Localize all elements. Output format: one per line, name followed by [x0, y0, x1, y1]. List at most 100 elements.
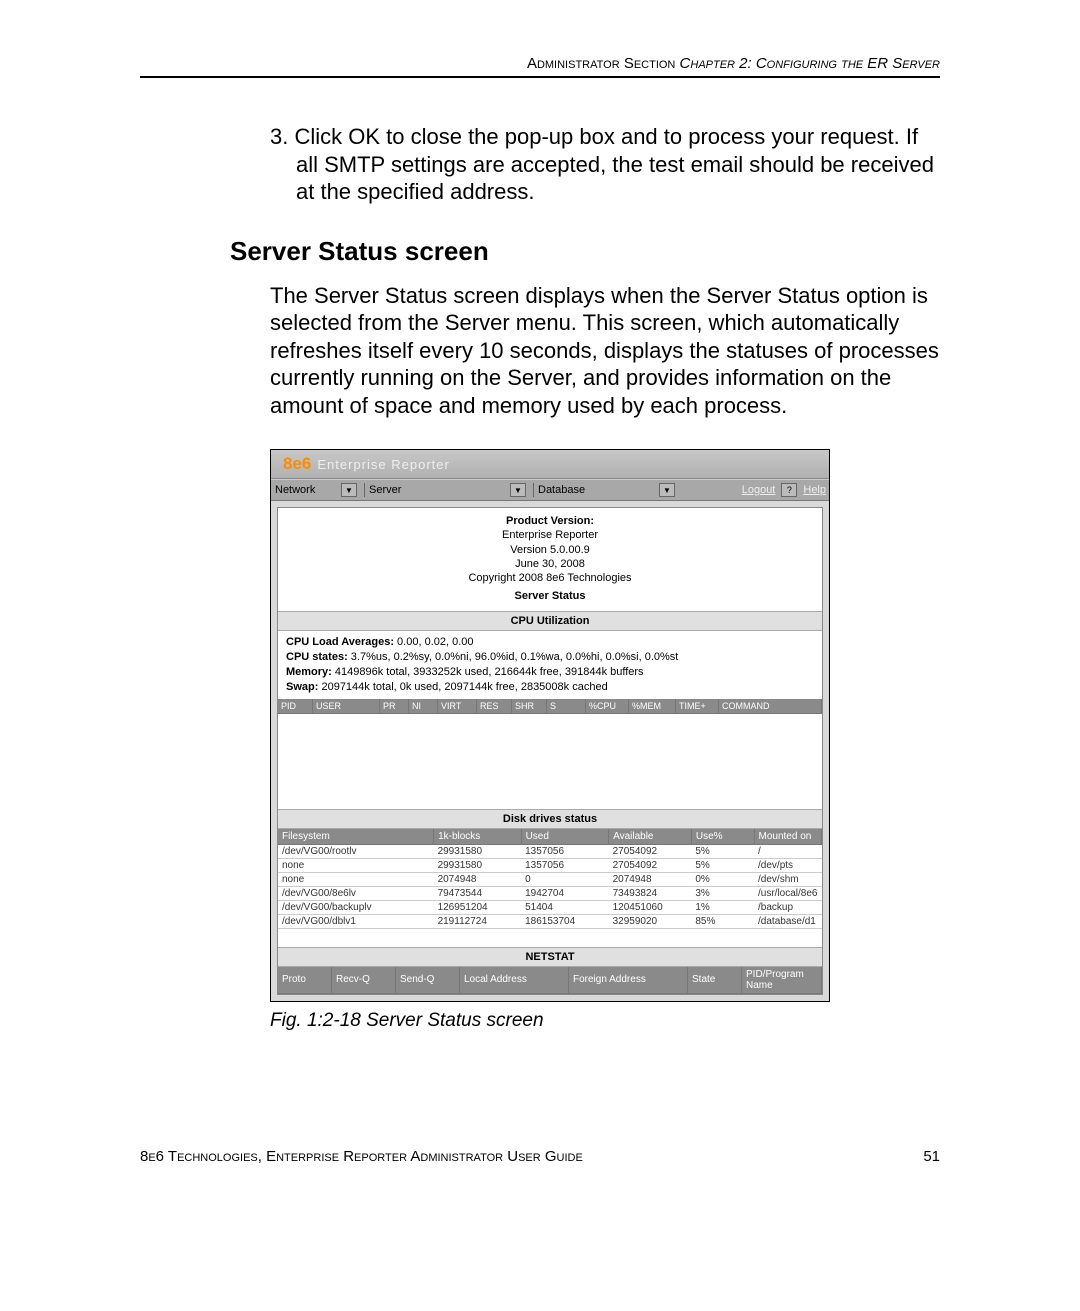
chevron-down-icon[interactable]: ▼ — [341, 483, 357, 497]
disk-table-header: Filesystem 1k-blocks Used Available Use%… — [278, 829, 822, 845]
header-divider — [140, 76, 940, 78]
col-available: Available — [609, 829, 692, 845]
menu-server[interactable]: Server ▼ — [365, 483, 533, 497]
col-time: TIME+ — [676, 699, 719, 714]
section-heading: Server Status screen — [230, 236, 940, 267]
table-cell: /dev/VG00/backuplv — [278, 900, 434, 914]
table-cell: 1942704 — [521, 886, 609, 900]
step-3-paragraph: 3. Click OK to close the pop-up box and … — [270, 123, 940, 206]
running-header: Administrator Section Chapter 2: Configu… — [140, 55, 940, 76]
memory-value: 4149896k total, 3933252k used, 216644k f… — [332, 666, 644, 678]
brand-text: Enterprise Reporter — [317, 457, 449, 472]
menu-network[interactable]: Network ▼ — [271, 483, 364, 497]
product-version-title: Product Version: — [278, 514, 822, 528]
logout-link[interactable]: Logout — [742, 484, 776, 496]
table-cell: 0% — [691, 872, 754, 886]
figure-wrapper: 8e6 Enterprise Reporter Network ▼ Server… — [270, 449, 940, 1032]
col-pr: PR — [380, 699, 409, 714]
table-cell: 3% — [691, 886, 754, 900]
col-mem: %MEM — [629, 699, 676, 714]
table-cell: /dev/VG00/rootlv — [278, 844, 434, 858]
table-cell: 0 — [521, 872, 609, 886]
table-cell: 1% — [691, 900, 754, 914]
chevron-down-icon[interactable]: ▼ — [659, 483, 675, 497]
brand-logo: 8e6 — [283, 454, 311, 474]
help-link[interactable]: Help — [803, 484, 826, 496]
table-row: none299315801357056270540925%/dev/pts — [278, 858, 822, 872]
figure-caption: Fig. 1:2-18 Server Status screen — [270, 1010, 940, 1032]
cpu-states-value: 3.7%us, 0.2%sy, 0.0%ni, 96.0%id, 0.1%wa,… — [348, 651, 679, 663]
col-filesystem: Filesystem — [278, 829, 434, 845]
menu-database[interactable]: Database ▼ — [534, 483, 682, 497]
content-panel: Product Version: Enterprise Reporter Ver… — [277, 507, 823, 995]
netstat-bar: NETSTAT — [278, 947, 822, 967]
col-user: USER — [313, 699, 380, 714]
product-version-number: Version 5.0.00.9 — [278, 543, 822, 557]
col-recvq: Recv-Q — [332, 967, 396, 994]
table-cell: 2074948 — [609, 872, 692, 886]
table-cell: /dev/shm — [754, 872, 821, 886]
col-virt: VIRT — [438, 699, 477, 714]
table-cell: /dev/pts — [754, 858, 821, 872]
process-table: PID USER PR NI VIRT RES SHR S %CPU %MEM … — [278, 699, 822, 714]
app-titlebar: 8e6 Enterprise Reporter — [271, 450, 829, 479]
header-section: Administrator Section — [527, 55, 675, 72]
table-cell: 29931580 — [434, 858, 522, 872]
col-pid: PID — [278, 699, 313, 714]
process-table-header: PID USER PR NI VIRT RES SHR S %CPU %MEM … — [278, 699, 822, 714]
menu-server-label: Server — [369, 484, 401, 496]
netstat-table: Proto Recv-Q Send-Q Local Address Foreig… — [278, 967, 822, 994]
swap-value: 2097144k total, 0k used, 2097144k free, … — [318, 681, 607, 693]
table-cell: 5% — [691, 844, 754, 858]
menu-database-label: Database — [538, 484, 585, 496]
table-cell: 29931580 — [434, 844, 522, 858]
disk-table: Filesystem 1k-blocks Used Available Use%… — [278, 829, 822, 929]
swap-label: Swap: — [286, 681, 318, 693]
col-pidprog: PID/Program Name — [742, 967, 822, 994]
col-sendq: Send-Q — [396, 967, 460, 994]
table-cell: /dev/VG00/8e6lv — [278, 886, 434, 900]
cpu-load-value: 0.00, 0.02, 0.00 — [394, 636, 474, 648]
cpu-lines: CPU Load Averages: 0.00, 0.02, 0.00 CPU … — [278, 631, 822, 698]
menu-right-links: Logout ? Help — [742, 483, 826, 497]
chevron-down-icon[interactable]: ▼ — [510, 483, 526, 497]
col-blocks: 1k-blocks — [434, 829, 522, 845]
col-usepct: Use% — [691, 829, 754, 845]
table-cell: /dev/VG00/dblv1 — [278, 914, 434, 928]
table-row: /dev/VG00/backuplv1269512045140412045106… — [278, 900, 822, 914]
table-cell: 2074948 — [434, 872, 522, 886]
product-copyright: Copyright 2008 8e6 Technologies — [278, 571, 822, 585]
table-cell: 79473544 — [434, 886, 522, 900]
disk-drives-bar: Disk drives status — [278, 809, 822, 829]
footer-left: 8e6 Technologies, Enterprise Reporter Ad… — [140, 1148, 583, 1165]
product-name: Enterprise Reporter — [278, 528, 822, 542]
cpu-states-label: CPU states: — [286, 651, 348, 663]
process-table-body-empty — [278, 714, 822, 809]
table-cell: /backup — [754, 900, 821, 914]
product-date: June 30, 2008 — [278, 557, 822, 571]
col-res: RES — [477, 699, 512, 714]
table-cell: 1357056 — [521, 844, 609, 858]
header-chapter: Chapter 2: Configuring the ER Server — [680, 55, 940, 72]
col-shr: SHR — [512, 699, 547, 714]
col-command: COMMAND — [719, 699, 822, 714]
table-cell: 85% — [691, 914, 754, 928]
table-cell: none — [278, 872, 434, 886]
cpu-load-label: CPU Load Averages: — [286, 636, 394, 648]
server-status-title: Server Status — [278, 587, 822, 605]
table-cell: 32959020 — [609, 914, 692, 928]
table-row: none2074948020749480%/dev/shm — [278, 872, 822, 886]
table-cell: 126951204 — [434, 900, 522, 914]
col-foreignaddr: Foreign Address — [569, 967, 688, 994]
table-cell: 73493824 — [609, 886, 692, 900]
col-state: State — [688, 967, 742, 994]
col-used: Used — [521, 829, 609, 845]
table-cell: 120451060 — [609, 900, 692, 914]
table-cell: 51404 — [521, 900, 609, 914]
table-cell: 27054092 — [609, 858, 692, 872]
table-cell: none — [278, 858, 434, 872]
help-icon[interactable]: ? — [781, 483, 797, 497]
menubar: Network ▼ Server ▼ Database ▼ Logout ? H… — [271, 479, 829, 501]
table-cell: 1357056 — [521, 858, 609, 872]
col-cpu: %CPU — [586, 699, 629, 714]
